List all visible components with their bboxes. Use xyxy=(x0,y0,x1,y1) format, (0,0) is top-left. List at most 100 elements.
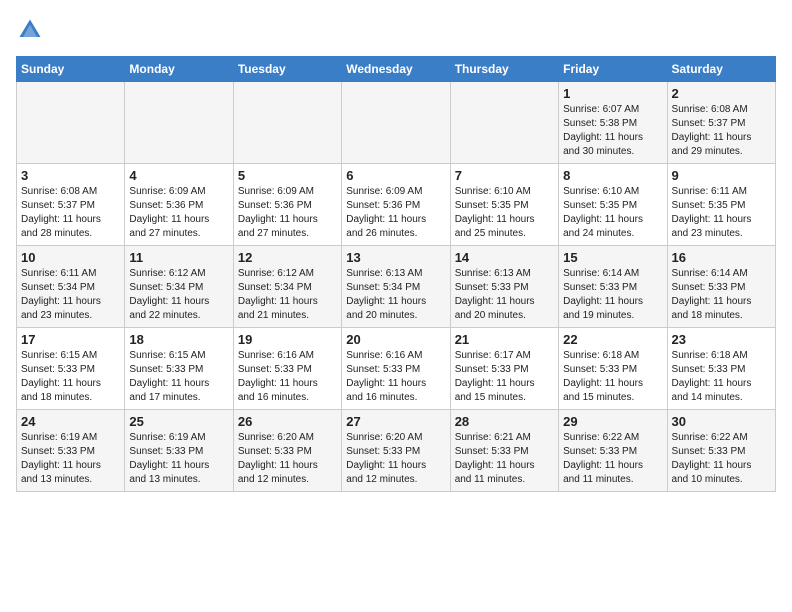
day-number: 6 xyxy=(346,168,445,183)
day-info: Sunrise: 6:16 AM Sunset: 5:33 PM Dayligh… xyxy=(346,349,445,405)
day-number: 13 xyxy=(346,250,445,265)
calendar-day-cell: 13 Sunrise: 6:13 AM Sunset: 5:34 PM Dayli… xyxy=(342,246,450,328)
day-info: Sunrise: 6:19 AM Sunset: 5:33 PM Dayligh… xyxy=(129,431,228,487)
weekday-row: SundayMondayTuesdayWednesdayThursdayFrid… xyxy=(17,57,776,82)
day-info: Sunrise: 6:14 AM Sunset: 5:33 PM Dayligh… xyxy=(672,267,771,323)
weekday-header: Saturday xyxy=(667,57,775,82)
calendar-week-row: 10 Sunrise: 6:11 AM Sunset: 5:34 PM Dayli… xyxy=(17,246,776,328)
day-number: 17 xyxy=(21,332,120,347)
calendar-week-row: 24 Sunrise: 6:19 AM Sunset: 5:33 PM Dayli… xyxy=(17,410,776,492)
weekday-header: Tuesday xyxy=(233,57,341,82)
calendar-day-cell: 12 Sunrise: 6:12 AM Sunset: 5:34 PM Dayli… xyxy=(233,246,341,328)
day-info: Sunrise: 6:10 AM Sunset: 5:35 PM Dayligh… xyxy=(563,185,662,241)
calendar-day-cell: 7 Sunrise: 6:10 AM Sunset: 5:35 PM Daylig… xyxy=(450,164,558,246)
day-number: 16 xyxy=(672,250,771,265)
day-info: Sunrise: 6:12 AM Sunset: 5:34 PM Dayligh… xyxy=(238,267,337,323)
calendar-day-cell: 1Sunrise: 6:07 AM Sunset: 5:38 PM Daylig… xyxy=(559,82,667,164)
day-info: Sunrise: 6:21 AM Sunset: 5:33 PM Dayligh… xyxy=(455,431,554,487)
calendar-day-cell: 10 Sunrise: 6:11 AM Sunset: 5:34 PM Dayli… xyxy=(17,246,125,328)
calendar: SundayMondayTuesdayWednesdayThursdayFrid… xyxy=(16,56,776,492)
day-info: Sunrise: 6:09 AM Sunset: 5:36 PM Dayligh… xyxy=(238,185,337,241)
day-info: Sunrise: 6:16 AM Sunset: 5:33 PM Dayligh… xyxy=(238,349,337,405)
logo-icon xyxy=(16,16,44,44)
day-number: 26 xyxy=(238,414,337,429)
day-info: Sunrise: 6:18 AM Sunset: 5:33 PM Dayligh… xyxy=(563,349,662,405)
calendar-day-cell: 23Sunrise: 6:18 AM Sunset: 5:33 PM Dayli… xyxy=(667,328,775,410)
day-info: Sunrise: 6:22 AM Sunset: 5:33 PM Dayligh… xyxy=(563,431,662,487)
day-number: 25 xyxy=(129,414,228,429)
logo xyxy=(16,16,48,44)
day-number: 19 xyxy=(238,332,337,347)
weekday-header: Wednesday xyxy=(342,57,450,82)
calendar-day-cell: 26 Sunrise: 6:20 AM Sunset: 5:33 PM Dayli… xyxy=(233,410,341,492)
day-number: 24 xyxy=(21,414,120,429)
day-number: 21 xyxy=(455,332,554,347)
calendar-day-cell: 28 Sunrise: 6:21 AM Sunset: 5:33 PM Dayli… xyxy=(450,410,558,492)
day-info: Sunrise: 6:11 AM Sunset: 5:35 PM Dayligh… xyxy=(672,185,771,241)
weekday-header: Friday xyxy=(559,57,667,82)
day-info: Sunrise: 6:08 AM Sunset: 5:37 PM Dayligh… xyxy=(21,185,120,241)
day-number: 27 xyxy=(346,414,445,429)
calendar-day-cell: 4 Sunrise: 6:09 AM Sunset: 5:36 PM Daylig… xyxy=(125,164,233,246)
day-info: Sunrise: 6:08 AM Sunset: 5:37 PM Dayligh… xyxy=(672,103,771,159)
day-number: 30 xyxy=(672,414,771,429)
calendar-day-cell xyxy=(125,82,233,164)
calendar-header: SundayMondayTuesdayWednesdayThursdayFrid… xyxy=(17,57,776,82)
calendar-day-cell: 24 Sunrise: 6:19 AM Sunset: 5:33 PM Dayli… xyxy=(17,410,125,492)
calendar-day-cell: 6 Sunrise: 6:09 AM Sunset: 5:36 PM Daylig… xyxy=(342,164,450,246)
day-info: Sunrise: 6:19 AM Sunset: 5:33 PM Dayligh… xyxy=(21,431,120,487)
day-info: Sunrise: 6:14 AM Sunset: 5:33 PM Dayligh… xyxy=(563,267,662,323)
calendar-day-cell: 19 Sunrise: 6:16 AM Sunset: 5:33 PM Dayli… xyxy=(233,328,341,410)
calendar-day-cell: 17 Sunrise: 6:15 AM Sunset: 5:33 PM Dayli… xyxy=(17,328,125,410)
day-info: Sunrise: 6:12 AM Sunset: 5:34 PM Dayligh… xyxy=(129,267,228,323)
calendar-day-cell: 22 Sunrise: 6:18 AM Sunset: 5:33 PM Dayli… xyxy=(559,328,667,410)
day-number: 5 xyxy=(238,168,337,183)
calendar-day-cell: 25 Sunrise: 6:19 AM Sunset: 5:33 PM Dayli… xyxy=(125,410,233,492)
calendar-day-cell: 9 Sunrise: 6:11 AM Sunset: 5:35 PM Daylig… xyxy=(667,164,775,246)
weekday-header: Monday xyxy=(125,57,233,82)
calendar-day-cell: 21 Sunrise: 6:17 AM Sunset: 5:33 PM Dayli… xyxy=(450,328,558,410)
day-info: Sunrise: 6:13 AM Sunset: 5:34 PM Dayligh… xyxy=(346,267,445,323)
day-number: 18 xyxy=(129,332,228,347)
calendar-week-row: 3 Sunrise: 6:08 AM Sunset: 5:37 PM Daylig… xyxy=(17,164,776,246)
calendar-day-cell xyxy=(17,82,125,164)
day-number: 29 xyxy=(563,414,662,429)
day-number: 22 xyxy=(563,332,662,347)
calendar-day-cell: 30Sunrise: 6:22 AM Sunset: 5:33 PM Dayli… xyxy=(667,410,775,492)
day-number: 14 xyxy=(455,250,554,265)
day-info: Sunrise: 6:09 AM Sunset: 5:36 PM Dayligh… xyxy=(346,185,445,241)
day-number: 20 xyxy=(346,332,445,347)
header xyxy=(16,16,776,44)
calendar-day-cell: 27Sunrise: 6:20 AM Sunset: 5:33 PM Dayli… xyxy=(342,410,450,492)
day-number: 28 xyxy=(455,414,554,429)
day-info: Sunrise: 6:15 AM Sunset: 5:33 PM Dayligh… xyxy=(21,349,120,405)
calendar-day-cell: 11 Sunrise: 6:12 AM Sunset: 5:34 PM Dayli… xyxy=(125,246,233,328)
calendar-day-cell xyxy=(233,82,341,164)
day-info: Sunrise: 6:18 AM Sunset: 5:33 PM Dayligh… xyxy=(672,349,771,405)
day-number: 2 xyxy=(672,86,771,101)
day-number: 8 xyxy=(563,168,662,183)
day-number: 10 xyxy=(21,250,120,265)
day-info: Sunrise: 6:17 AM Sunset: 5:33 PM Dayligh… xyxy=(455,349,554,405)
day-info: Sunrise: 6:20 AM Sunset: 5:33 PM Dayligh… xyxy=(238,431,337,487)
calendar-day-cell: 5 Sunrise: 6:09 AM Sunset: 5:36 PM Daylig… xyxy=(233,164,341,246)
day-number: 7 xyxy=(455,168,554,183)
calendar-day-cell: 15 Sunrise: 6:14 AM Sunset: 5:33 PM Dayli… xyxy=(559,246,667,328)
day-number: 11 xyxy=(129,250,228,265)
day-number: 4 xyxy=(129,168,228,183)
weekday-header: Thursday xyxy=(450,57,558,82)
day-number: 9 xyxy=(672,168,771,183)
day-info: Sunrise: 6:09 AM Sunset: 5:36 PM Dayligh… xyxy=(129,185,228,241)
weekday-header: Sunday xyxy=(17,57,125,82)
calendar-day-cell xyxy=(342,82,450,164)
day-info: Sunrise: 6:11 AM Sunset: 5:34 PM Dayligh… xyxy=(21,267,120,323)
calendar-day-cell: 14Sunrise: 6:13 AM Sunset: 5:33 PM Dayli… xyxy=(450,246,558,328)
day-number: 12 xyxy=(238,250,337,265)
day-info: Sunrise: 6:07 AM Sunset: 5:38 PM Dayligh… xyxy=(563,103,662,159)
calendar-week-row: 1Sunrise: 6:07 AM Sunset: 5:38 PM Daylig… xyxy=(17,82,776,164)
calendar-day-cell: 29 Sunrise: 6:22 AM Sunset: 5:33 PM Dayli… xyxy=(559,410,667,492)
calendar-day-cell: 18Sunrise: 6:15 AM Sunset: 5:33 PM Dayli… xyxy=(125,328,233,410)
day-number: 3 xyxy=(21,168,120,183)
day-number: 15 xyxy=(563,250,662,265)
day-info: Sunrise: 6:10 AM Sunset: 5:35 PM Dayligh… xyxy=(455,185,554,241)
